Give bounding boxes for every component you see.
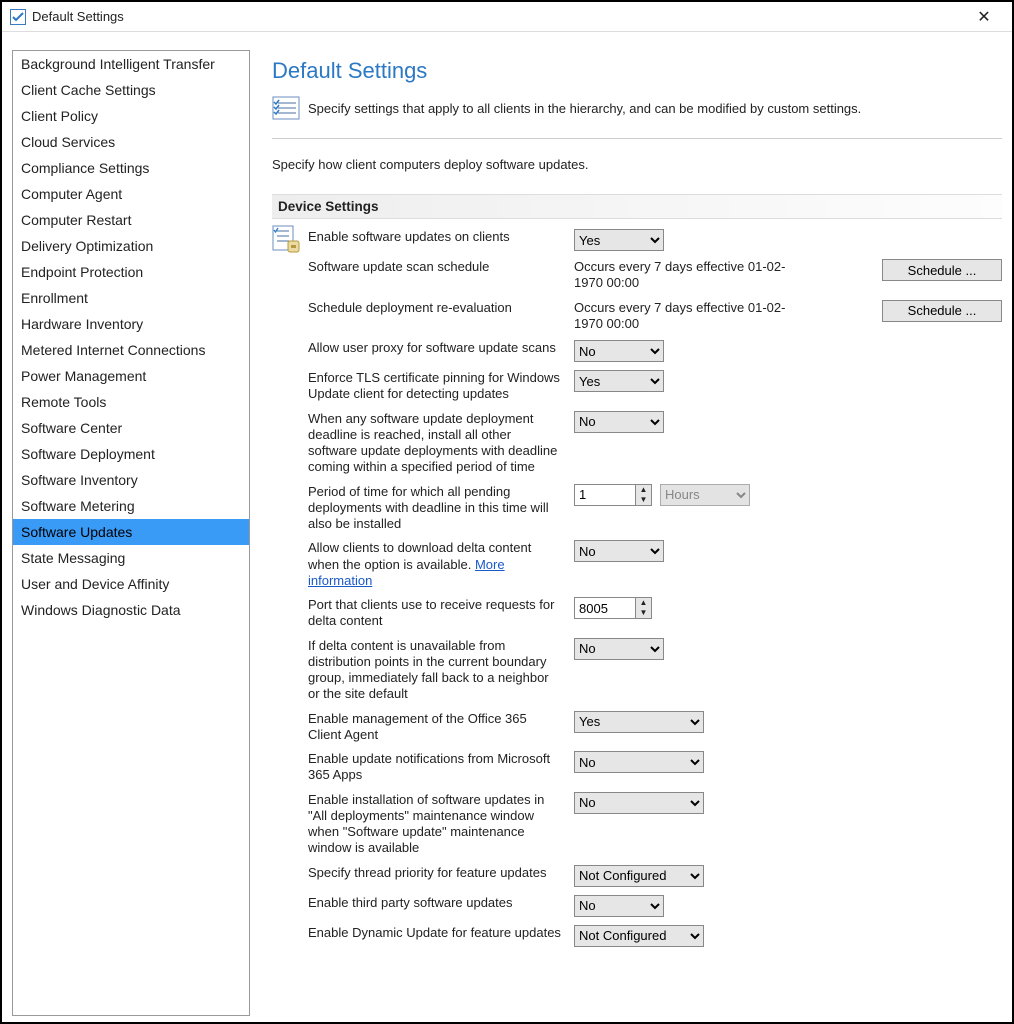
label-delta-download: Allow clients to download delta content … xyxy=(308,540,566,589)
select-tls-pinning[interactable]: Yes xyxy=(574,370,664,392)
sidebar-item-endpoint-protection[interactable]: Endpoint Protection xyxy=(13,259,249,285)
label-enable-updates: Enable software updates on clients xyxy=(308,229,566,245)
spinner-delta-port[interactable]: ▲▼ xyxy=(574,597,652,619)
summary-row: Specify settings that apply to all clien… xyxy=(272,94,1002,122)
select-delta-download[interactable]: No xyxy=(574,540,664,562)
sidebar-item-client-cache-settings[interactable]: Client Cache Settings xyxy=(13,77,249,103)
sidebar-item-enrollment[interactable]: Enrollment xyxy=(13,285,249,311)
spin-down-icon[interactable]: ▼ xyxy=(636,495,651,505)
sidebar-item-delivery-optimization[interactable]: Delivery Optimization xyxy=(13,233,249,259)
spin-up-icon[interactable]: ▲ xyxy=(636,485,651,495)
schedule-button-reeval[interactable]: Schedule ... xyxy=(882,300,1002,322)
select-o365-agent[interactable]: Yes xyxy=(574,711,704,733)
section-title: Device Settings xyxy=(272,194,1002,219)
sidebar-item-power-management[interactable]: Power Management xyxy=(13,363,249,389)
sidebar-item-software-updates[interactable]: Software Updates xyxy=(13,519,249,545)
row-enable-updates: Enable software updates on clients Yes xyxy=(308,225,1002,255)
sidebar-item-hardware-inventory[interactable]: Hardware Inventory xyxy=(13,311,249,337)
row-dynamic-update: Enable Dynamic Update for feature update… xyxy=(308,921,1002,951)
label-tls-pinning: Enforce TLS certificate pinning for Wind… xyxy=(308,370,566,403)
window-root: Default Settings ✕ Background Intelligen… xyxy=(0,0,1014,1024)
label-dynamic-update: Enable Dynamic Update for feature update… xyxy=(308,925,566,941)
settings-body: Enable software updates on clients Yes S… xyxy=(272,219,1002,951)
sidebar: Background Intelligent TransferClient Ca… xyxy=(12,50,250,1016)
input-delta-port[interactable] xyxy=(575,598,635,618)
select-thread-priority[interactable]: Not Configured xyxy=(574,865,704,887)
label-third-party: Enable third party software updates xyxy=(308,895,566,911)
checklist-icon-2 xyxy=(272,225,300,253)
input-deadline-period[interactable] xyxy=(575,485,635,505)
sidebar-item-remote-tools[interactable]: Remote Tools xyxy=(13,389,249,415)
select-third-party[interactable]: No xyxy=(574,895,664,917)
titlebar: Default Settings ✕ xyxy=(2,2,1012,32)
select-user-proxy[interactable]: No xyxy=(574,340,664,362)
select-deadline-unit: Hours xyxy=(660,484,750,506)
sidebar-item-compliance-settings[interactable]: Compliance Settings xyxy=(13,155,249,181)
spin-up-icon[interactable]: ▲ xyxy=(636,598,651,608)
row-o365-agent: Enable management of the Office 365 Clie… xyxy=(308,707,1002,748)
sidebar-item-computer-restart[interactable]: Computer Restart xyxy=(13,207,249,233)
label-m365-notify: Enable update notifications from Microso… xyxy=(308,751,566,784)
sidebar-item-software-metering[interactable]: Software Metering xyxy=(13,493,249,519)
label-delta-port: Port that clients use to receive request… xyxy=(308,597,566,630)
label-o365-agent: Enable management of the Office 365 Clie… xyxy=(308,711,566,744)
row-m365-notify: Enable update notifications from Microso… xyxy=(308,747,1002,788)
row-reeval-schedule: Schedule deployment re-evaluation Occurs… xyxy=(308,296,1002,337)
summary-text: Specify settings that apply to all clien… xyxy=(308,101,861,116)
select-fallback[interactable]: No xyxy=(574,638,664,660)
sidebar-item-software-deployment[interactable]: Software Deployment xyxy=(13,441,249,467)
checklist-icon xyxy=(272,94,300,122)
label-thread-priority: Specify thread priority for feature upda… xyxy=(308,865,566,881)
main-panel: Default Settings Specify settings that a… xyxy=(250,50,1002,1016)
divider xyxy=(272,138,1002,139)
window-title: Default Settings xyxy=(32,9,964,24)
label-deadline-install: When any software update deployment dead… xyxy=(308,411,566,476)
row-delta-download: Allow clients to download delta content … xyxy=(308,536,1002,593)
select-deadline-install[interactable]: No xyxy=(574,411,664,433)
label-reeval-schedule: Schedule deployment re-evaluation xyxy=(308,300,566,316)
select-enable-updates[interactable]: Yes xyxy=(574,229,664,251)
sidebar-item-windows-diagnostic-data[interactable]: Windows Diagnostic Data xyxy=(13,597,249,623)
select-maint-window[interactable]: No xyxy=(574,792,704,814)
select-dynamic-update[interactable]: Not Configured xyxy=(574,925,704,947)
row-scan-schedule: Software update scan schedule Occurs eve… xyxy=(308,255,1002,296)
sidebar-item-user-and-device-affinity[interactable]: User and Device Affinity xyxy=(13,571,249,597)
sidebar-item-cloud-services[interactable]: Cloud Services xyxy=(13,129,249,155)
page-title: Default Settings xyxy=(272,58,1002,84)
row-maint-window: Enable installation of software updates … xyxy=(308,788,1002,861)
row-user-proxy: Allow user proxy for software update sca… xyxy=(308,336,1002,366)
row-tls-pinning: Enforce TLS certificate pinning for Wind… xyxy=(308,366,1002,407)
sidebar-item-software-center[interactable]: Software Center xyxy=(13,415,249,441)
window-body: Background Intelligent TransferClient Ca… xyxy=(2,32,1012,1022)
label-fallback: If delta content is unavailable from dis… xyxy=(308,638,566,703)
row-delta-port: Port that clients use to receive request… xyxy=(308,593,1002,634)
settings-rows: Enable software updates on clients Yes S… xyxy=(308,225,1002,951)
row-deadline-install: When any software update deployment dead… xyxy=(308,407,1002,480)
value-reeval-schedule: Occurs every 7 days effective 01-02-1970… xyxy=(574,300,794,333)
sidebar-item-client-policy[interactable]: Client Policy xyxy=(13,103,249,129)
spinner-deadline-period[interactable]: ▲▼ xyxy=(574,484,652,506)
row-deadline-period: Period of time for which all pending dep… xyxy=(308,480,1002,537)
select-m365-notify[interactable]: No xyxy=(574,751,704,773)
sub-description: Specify how client computers deploy soft… xyxy=(272,157,1002,172)
row-fallback: If delta content is unavailable from dis… xyxy=(308,634,1002,707)
sidebar-item-state-messaging[interactable]: State Messaging xyxy=(13,545,249,571)
label-user-proxy: Allow user proxy for software update sca… xyxy=(308,340,566,356)
label-deadline-period: Period of time for which all pending dep… xyxy=(308,484,566,533)
label-maint-window: Enable installation of software updates … xyxy=(308,792,566,857)
value-scan-schedule: Occurs every 7 days effective 01-02-1970… xyxy=(574,259,794,292)
row-thread-priority: Specify thread priority for feature upda… xyxy=(308,861,1002,891)
close-icon[interactable]: ✕ xyxy=(964,7,1004,27)
app-icon xyxy=(10,9,26,25)
sidebar-item-metered-internet-connections[interactable]: Metered Internet Connections xyxy=(13,337,249,363)
sidebar-item-software-inventory[interactable]: Software Inventory xyxy=(13,467,249,493)
sidebar-item-background-intelligent-transfer[interactable]: Background Intelligent Transfer xyxy=(13,51,249,77)
row-third-party: Enable third party software updates No xyxy=(308,891,1002,921)
schedule-button-scan[interactable]: Schedule ... xyxy=(882,259,1002,281)
spin-down-icon[interactable]: ▼ xyxy=(636,608,651,618)
sidebar-item-computer-agent[interactable]: Computer Agent xyxy=(13,181,249,207)
label-scan-schedule: Software update scan schedule xyxy=(308,259,566,275)
